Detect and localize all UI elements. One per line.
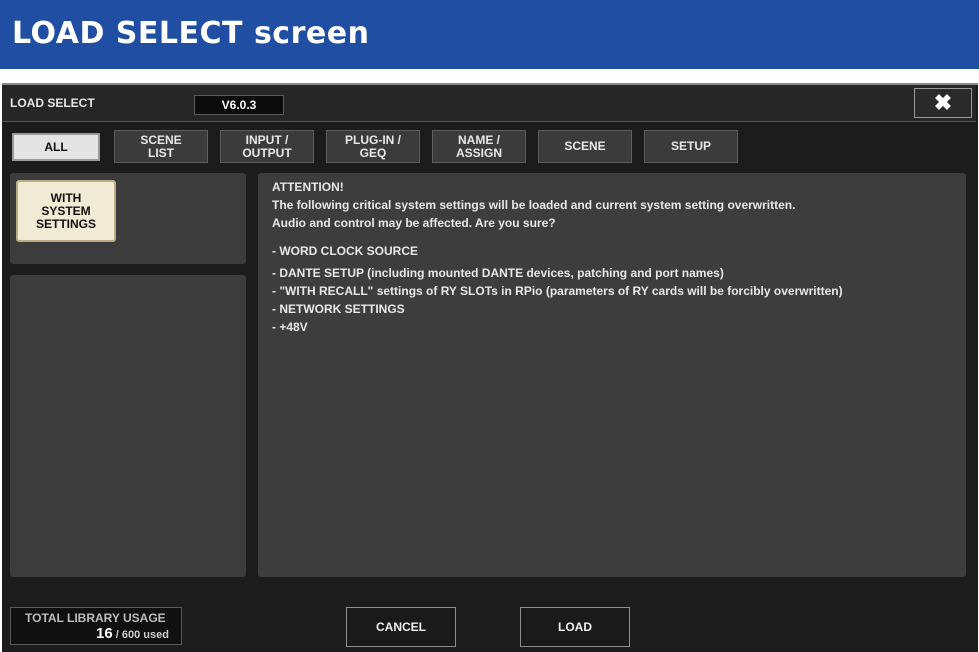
message-line-1: The following critical system settings w… bbox=[272, 198, 796, 212]
title-bar: LOAD SELECT V6.0.3 ✖ bbox=[2, 85, 976, 122]
tab-scene[interactable]: SCENE bbox=[538, 130, 632, 163]
attention-heading: ATTENTION! bbox=[272, 180, 344, 194]
window-title: LOAD SELECT bbox=[10, 96, 95, 110]
close-button[interactable]: ✖ bbox=[914, 88, 972, 118]
library-usage-display: TOTAL LIBRARY USAGE 16 / 600 used bbox=[10, 607, 182, 645]
tab-scene-list[interactable]: SCENE LIST bbox=[114, 130, 208, 163]
usage-label: TOTAL LIBRARY USAGE bbox=[25, 611, 166, 625]
usage-total: / 600 used bbox=[112, 629, 169, 641]
page-title: LOAD SELECT screen bbox=[12, 16, 370, 51]
setting-item: - WORD CLOCK SOURCE bbox=[272, 244, 418, 258]
message-line-2: Audio and control may be affected. Are y… bbox=[272, 216, 556, 230]
with-system-settings-button[interactable]: WITH SYSTEM SETTINGS bbox=[16, 180, 116, 242]
close-icon: ✖ bbox=[933, 90, 953, 115]
tab-name-assign[interactable]: NAME / ASSIGN bbox=[432, 130, 526, 163]
usage-value: 16 / 600 used bbox=[96, 625, 169, 643]
usage-count: 16 bbox=[96, 625, 113, 642]
header-banner: LOAD SELECT screen bbox=[0, 0, 979, 69]
setting-item: - +48V bbox=[272, 320, 308, 334]
tab-input-output[interactable]: INPUT / OUTPUT bbox=[220, 130, 314, 163]
tab-setup[interactable]: SETUP bbox=[644, 130, 738, 163]
load-button[interactable]: LOAD bbox=[520, 607, 630, 647]
message-panel: ATTENTION! The following critical system… bbox=[258, 173, 966, 577]
cancel-button[interactable]: CANCEL bbox=[346, 607, 456, 647]
setting-item: - DANTE SETUP (including mounted DANTE d… bbox=[272, 266, 724, 280]
setting-item: - NETWORK SETTINGS bbox=[272, 302, 405, 316]
tab-all[interactable]: ALL bbox=[12, 133, 100, 161]
file-list-panel bbox=[10, 275, 246, 577]
tab-plugin-geq[interactable]: PLUG-IN / GEQ bbox=[326, 130, 420, 163]
setting-item: - "WITH RECALL" settings of RY SLOTs in … bbox=[272, 284, 843, 298]
divider bbox=[0, 69, 979, 83]
version-badge: V6.0.3 bbox=[194, 95, 284, 115]
load-select-window: LOAD SELECT V6.0.3 ✖ ALL SCENE LIST INPU… bbox=[2, 83, 978, 652]
